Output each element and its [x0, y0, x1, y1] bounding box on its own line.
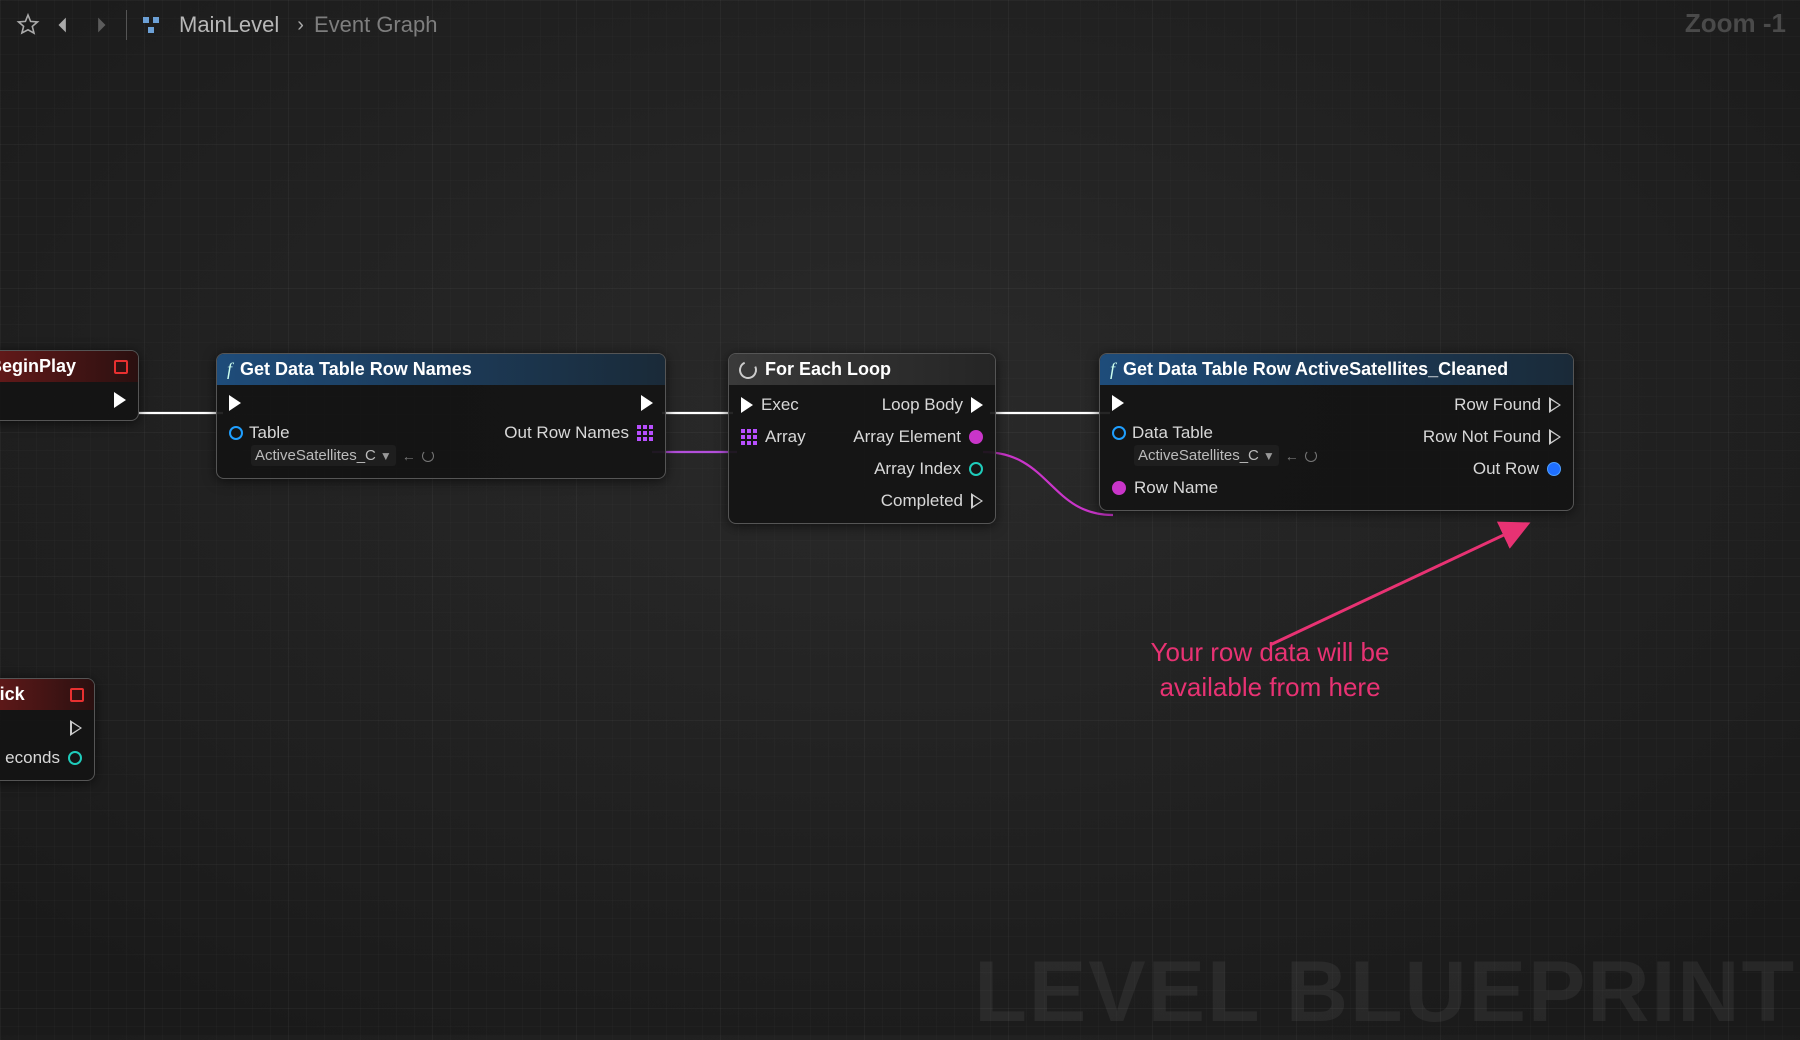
chevron-right-icon: ›	[297, 14, 304, 37]
pin-label: econds	[5, 748, 60, 768]
node-event-beginplay[interactable]: t BeginPlay	[0, 350, 139, 421]
row-found-out-pin[interactable]: Row Found	[1454, 395, 1561, 415]
table-in-pin[interactable]: Table ActiveSatellites_C▼ ←	[229, 423, 434, 466]
node-title: Get Data Table Row ActiveSatellites_Clea…	[1123, 359, 1508, 380]
row-not-found-out-pin[interactable]: Row Not Found	[1423, 427, 1561, 447]
exec-in-pin[interactable]: Exec	[741, 395, 806, 415]
node-title: t BeginPlay	[0, 356, 76, 377]
node-for-each-loop[interactable]: For Each Loop Exec Array Loop Body Array…	[728, 353, 996, 524]
pin-label: Array	[765, 427, 806, 447]
favorite-icon[interactable]	[10, 7, 46, 43]
annotation-line: available from here	[1070, 670, 1470, 705]
pin-label: Data Table	[1132, 423, 1213, 443]
pin-label: Completed	[881, 491, 963, 511]
pin-label: Array Element	[853, 427, 961, 447]
node-get-data-table-row[interactable]: f Get Data Table Row ActiveSatellites_Cl…	[1099, 353, 1574, 511]
node-header[interactable]: t Tick	[0, 679, 94, 710]
exec-out-pin[interactable]	[70, 720, 82, 736]
pin-label: Row Found	[1454, 395, 1541, 415]
out-row-names-pin[interactable]: Out Row Names	[504, 423, 653, 443]
array-index-out-pin[interactable]: Array Index	[874, 459, 983, 479]
exec-in-pin[interactable]	[1112, 395, 1317, 411]
seconds-out-pin[interactable]: econds	[5, 748, 82, 768]
exec-out-pin[interactable]	[114, 392, 126, 408]
table-dropdown[interactable]: ActiveSatellites_C▼	[251, 445, 396, 466]
pin-label: Out Row	[1473, 459, 1539, 479]
browse-icon[interactable]: ←	[402, 448, 416, 464]
toolbar-divider	[126, 10, 127, 40]
annotation-text: Your row data will be available from her…	[1070, 635, 1470, 705]
function-icon: f	[227, 359, 232, 380]
browse-icon[interactable]: ←	[1285, 448, 1299, 464]
node-event-tick[interactable]: t Tick econds	[0, 678, 95, 781]
event-flag-icon	[114, 360, 128, 374]
array-pin-icon	[741, 429, 757, 445]
table-dropdown[interactable]: ActiveSatellites_C▼	[1134, 445, 1279, 466]
pin-label: Row Not Found	[1423, 427, 1541, 447]
pin-label: Exec	[761, 395, 799, 415]
pin-label: Row Name	[1134, 478, 1218, 498]
pin-label: Out Row Names	[504, 423, 629, 443]
node-get-row-names[interactable]: f Get Data Table Row Names Table ActiveS…	[216, 353, 666, 479]
exec-out-pin[interactable]	[641, 395, 653, 411]
exec-in-pin[interactable]	[229, 395, 434, 411]
annotation-line: Your row data will be	[1070, 635, 1470, 670]
loop-body-out-pin[interactable]: Loop Body	[882, 395, 983, 415]
breadcrumb-main[interactable]: MainLevel	[179, 12, 279, 38]
node-title: t Tick	[0, 684, 25, 705]
pin-label: Table	[249, 423, 290, 443]
watermark-text: LEVEL BLUEPRINT	[974, 949, 1796, 1035]
reset-icon[interactable]	[422, 450, 434, 462]
reset-icon[interactable]	[1305, 450, 1317, 462]
node-header[interactable]: t BeginPlay	[0, 351, 138, 382]
node-header[interactable]: For Each Loop	[729, 354, 995, 385]
macro-loop-icon	[736, 358, 759, 381]
event-flag-icon	[70, 688, 84, 702]
array-in-pin[interactable]: Array	[741, 427, 806, 447]
toolbar: MainLevel › Event Graph	[0, 0, 1800, 50]
nav-forward-icon[interactable]	[82, 7, 118, 43]
out-row-pin[interactable]: Out Row	[1473, 459, 1561, 479]
zoom-indicator: Zoom -1	[1685, 8, 1786, 39]
completed-out-pin[interactable]: Completed	[881, 491, 983, 511]
node-title: Get Data Table Row Names	[240, 359, 472, 380]
node-header[interactable]: f Get Data Table Row ActiveSatellites_Cl…	[1100, 354, 1573, 385]
array-element-out-pin[interactable]: Array Element	[853, 427, 983, 447]
function-icon: f	[1110, 359, 1115, 380]
graph-icon[interactable]	[135, 7, 171, 43]
array-pin-icon	[637, 425, 653, 441]
nav-back-icon[interactable]	[46, 7, 82, 43]
node-header[interactable]: f Get Data Table Row Names	[217, 354, 665, 385]
data-table-in-pin[interactable]: Data Table ActiveSatellites_C▼ ←	[1112, 423, 1317, 466]
pin-label: Array Index	[874, 459, 961, 479]
node-title: For Each Loop	[765, 359, 891, 380]
row-name-in-pin[interactable]: Row Name	[1112, 478, 1317, 498]
breadcrumb-sub[interactable]: Event Graph	[314, 12, 438, 38]
pin-label: Loop Body	[882, 395, 963, 415]
